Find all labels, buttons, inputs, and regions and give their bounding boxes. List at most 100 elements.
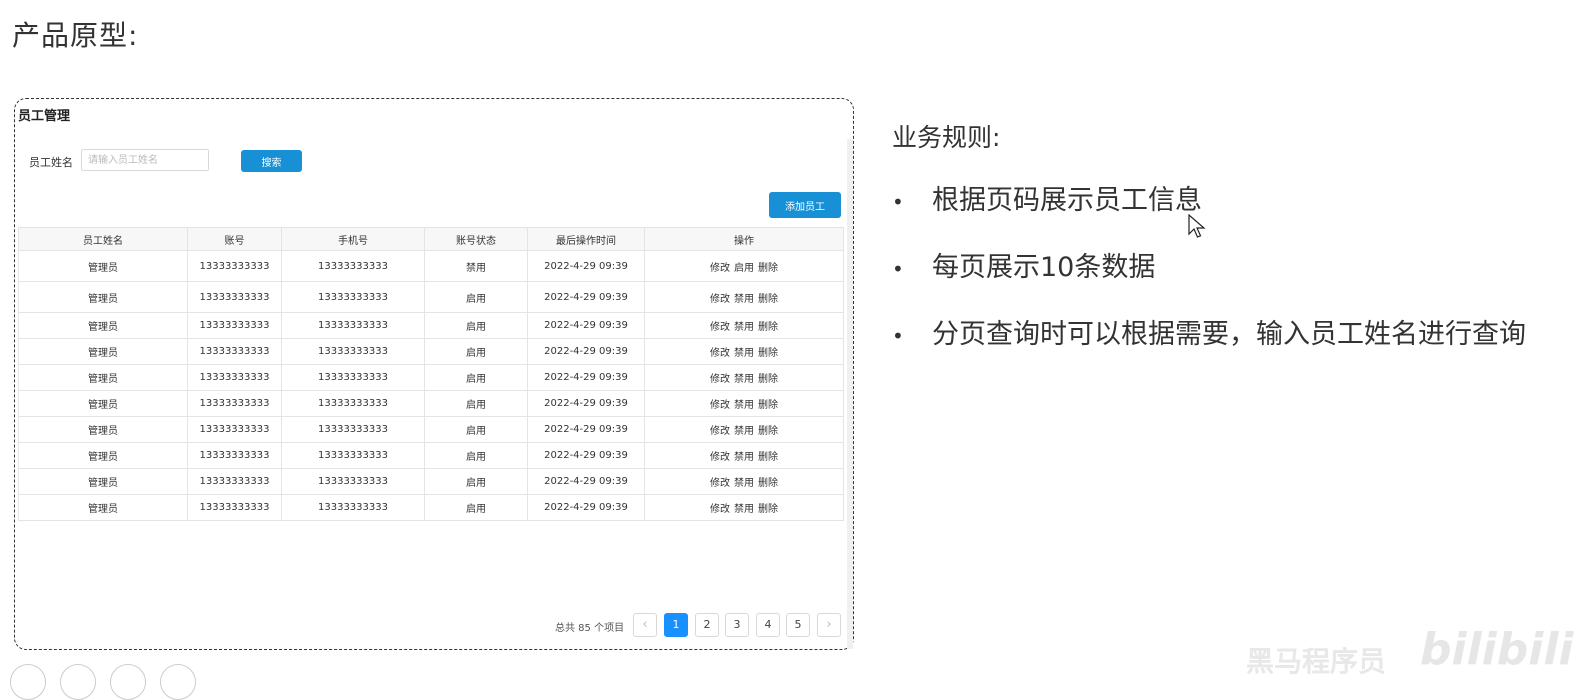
cell-actions: 修改 禁用 删除 [644, 468, 844, 495]
edit-link[interactable]: 修改 [710, 263, 730, 274]
scrollbar-track[interactable] [847, 139, 853, 649]
delete-link[interactable]: 删除 [758, 478, 778, 489]
cell-actions: 修改 启用 删除 [644, 250, 844, 282]
edit-link[interactable]: 修改 [710, 452, 730, 463]
toggle-status-link[interactable]: 启用 [734, 263, 754, 274]
column-header: 账号 [187, 227, 282, 251]
cell-actions: 修改 禁用 删除 [644, 494, 844, 521]
rule-text: 每页展示10条数据 [932, 252, 1156, 283]
cell-account: 13333333333 [187, 364, 282, 391]
cell-phone: 13333333333 [281, 468, 425, 495]
cell-status: 启用 [424, 468, 528, 495]
delete-link[interactable]: 删除 [758, 322, 778, 333]
cell-time: 2022-4-29 09:39 [527, 494, 645, 521]
bullet-icon: • [892, 189, 904, 214]
rule-text: 根据页码展示员工信息 [932, 185, 1202, 216]
cell-name: 管理员 [18, 390, 188, 417]
cell-phone: 13333333333 [281, 390, 425, 417]
toggle-status-link[interactable]: 禁用 [734, 374, 754, 385]
chevron-left-icon[interactable]: ‹ [633, 613, 657, 637]
toggle-status-link[interactable]: 禁用 [734, 294, 754, 305]
cell-phone: 13333333333 [281, 312, 425, 339]
rules-title: 业务规则: [892, 123, 1001, 152]
cell-account: 13333333333 [187, 442, 282, 469]
delete-link[interactable]: 删除 [758, 426, 778, 437]
table-row: 管理员 13333333333 13333333333 启用 2022-4-29 09:… [18, 312, 844, 339]
employee-name-search-input[interactable] [81, 149, 209, 171]
toolbar-circle-icon[interactable] [110, 664, 146, 700]
cell-name: 管理员 [18, 494, 188, 521]
cell-time: 2022-4-29 09:39 [527, 390, 645, 417]
cell-account: 13333333333 [187, 416, 282, 443]
page-title: 产品原型: [12, 19, 139, 52]
cell-phone: 13333333333 [281, 442, 425, 469]
cell-name: 管理员 [18, 468, 188, 495]
cell-name: 管理员 [18, 338, 188, 365]
toggle-status-link[interactable]: 禁用 [734, 478, 754, 489]
delete-link[interactable]: 删除 [758, 400, 778, 411]
page-button-4[interactable]: 4 [756, 613, 780, 637]
employee-table: 员工姓名 账号 手机号 账号状态 最后操作时间 操作 管理员 1333333333… [18, 227, 844, 521]
cell-account: 13333333333 [187, 338, 282, 365]
cell-name: 管理员 [18, 442, 188, 469]
toolbar-circle-icon[interactable] [10, 664, 46, 700]
toggle-status-link[interactable]: 禁用 [734, 400, 754, 411]
column-header: 员工姓名 [18, 227, 188, 251]
panel-title: 员工管理 [18, 109, 71, 124]
rule-text: 分页查询时可以根据需要，输入员工姓名进行查询 [932, 319, 1526, 350]
cell-name: 管理员 [18, 250, 188, 282]
cell-name: 管理员 [18, 312, 188, 339]
add-employee-button[interactable]: 添加员工 [769, 192, 841, 218]
chevron-right-icon[interactable]: › [817, 613, 841, 637]
edit-link[interactable]: 修改 [710, 322, 730, 333]
delete-link[interactable]: 删除 [758, 263, 778, 274]
cell-account: 13333333333 [187, 250, 282, 282]
page-button-1[interactable]: 1 [664, 613, 688, 637]
delete-link[interactable]: 删除 [758, 348, 778, 359]
cell-phone: 13333333333 [281, 494, 425, 521]
cell-actions: 修改 禁用 删除 [644, 442, 844, 469]
cell-account: 13333333333 [187, 281, 282, 313]
cell-account: 13333333333 [187, 494, 282, 521]
cell-phone: 13333333333 [281, 338, 425, 365]
delete-link[interactable]: 删除 [758, 374, 778, 385]
toolbar-circle-icon[interactable] [160, 664, 196, 700]
toolbar-circle-icon[interactable] [60, 664, 96, 700]
page-button-3[interactable]: 3 [725, 613, 749, 637]
cell-actions: 修改 禁用 删除 [644, 416, 844, 443]
table-row: 管理员 13333333333 13333333333 启用 2022-4-29 09:… [18, 338, 844, 365]
cell-status: 禁用 [424, 250, 528, 282]
edit-link[interactable]: 修改 [710, 400, 730, 411]
toggle-status-link[interactable]: 禁用 [734, 322, 754, 333]
cell-time: 2022-4-29 09:39 [527, 364, 645, 391]
cell-time: 2022-4-29 09:39 [527, 468, 645, 495]
toggle-status-link[interactable]: 禁用 [734, 348, 754, 359]
search-button[interactable]: 搜索 [241, 150, 302, 172]
edit-link[interactable]: 修改 [710, 294, 730, 305]
delete-link[interactable]: 删除 [758, 452, 778, 463]
cell-name: 管理员 [18, 281, 188, 313]
cell-status: 启用 [424, 442, 528, 469]
search-label: 员工姓名 [29, 156, 73, 169]
table-row: 管理员 13333333333 13333333333 启用 2022-4-29 09:… [18, 468, 844, 495]
cell-time: 2022-4-29 09:39 [527, 416, 645, 443]
bullet-icon: • [892, 323, 904, 348]
cell-status: 启用 [424, 312, 528, 339]
delete-link[interactable]: 删除 [758, 294, 778, 305]
edit-link[interactable]: 修改 [710, 374, 730, 385]
edit-link[interactable]: 修改 [710, 426, 730, 437]
cell-status: 启用 [424, 390, 528, 417]
toggle-status-link[interactable]: 禁用 [734, 504, 754, 515]
cell-name: 管理员 [18, 364, 188, 391]
cell-account: 13333333333 [187, 468, 282, 495]
edit-link[interactable]: 修改 [710, 478, 730, 489]
edit-link[interactable]: 修改 [710, 348, 730, 359]
page-button-5[interactable]: 5 [786, 613, 810, 637]
edit-link[interactable]: 修改 [710, 504, 730, 515]
delete-link[interactable]: 删除 [758, 504, 778, 515]
toggle-status-link[interactable]: 禁用 [734, 426, 754, 437]
cell-actions: 修改 禁用 删除 [644, 338, 844, 365]
cell-time: 2022-4-29 09:39 [527, 442, 645, 469]
toggle-status-link[interactable]: 禁用 [734, 452, 754, 463]
page-button-2[interactable]: 2 [695, 613, 719, 637]
